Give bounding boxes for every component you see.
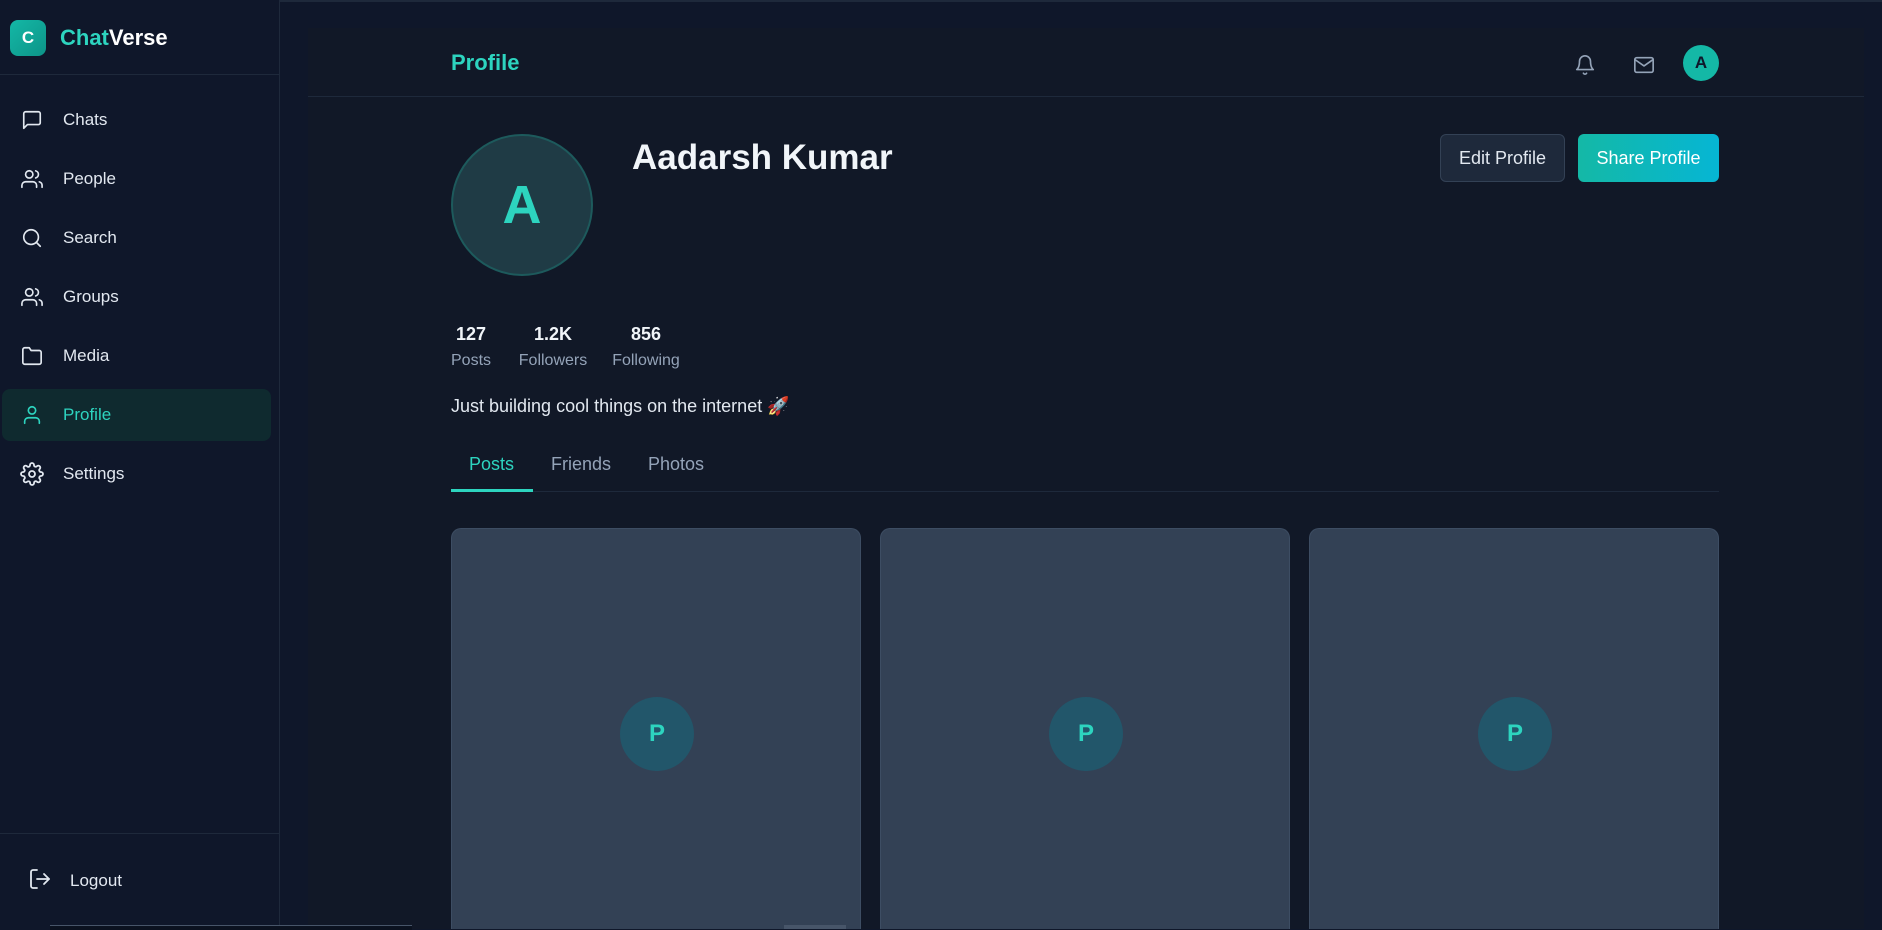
active-tab-indicator — [451, 489, 533, 492]
mail-icon — [1632, 54, 1656, 76]
stat-label: Followers — [518, 352, 588, 369]
horizontal-scrollbar[interactable] — [50, 925, 412, 930]
app-name-part2: Verse — [108, 25, 168, 50]
sidebar-item-label: Settings — [63, 464, 125, 483]
stat-label: Following — [612, 352, 680, 369]
scrollbar-thumb[interactable] — [784, 925, 846, 929]
sidebar-item-label: Profile — [63, 405, 112, 424]
stat-value: 856 — [630, 324, 662, 344]
tab-friends[interactable]: Friends — [551, 454, 611, 475]
app-logo[interactable]: C ChatVerse — [10, 20, 168, 56]
sidebar-item-label: Chats — [63, 110, 108, 129]
post-card[interactable]: P — [880, 528, 1290, 929]
gear-icon — [19, 461, 45, 487]
logout-label: Logout — [70, 871, 122, 890]
sidebar: C ChatVerse Chats People Search Groups M… — [0, 0, 280, 929]
tab-posts[interactable]: Posts — [469, 454, 514, 475]
header-divider — [308, 96, 1864, 97]
sidebar-item-settings[interactable]: Settings — [2, 448, 271, 500]
sidebar-item-media[interactable]: Media — [2, 330, 271, 382]
users-icon — [19, 166, 45, 192]
message-square-icon — [19, 107, 45, 133]
share-profile-button[interactable]: Share Profile — [1578, 134, 1719, 182]
messages-button[interactable] — [1629, 50, 1659, 80]
post-placeholder: P — [1049, 697, 1123, 771]
main-content: Profile A A Aadarsh Kumar Edit Profile S… — [308, 28, 1864, 929]
post-card[interactable]: P — [1309, 528, 1719, 929]
tabs-divider — [451, 491, 1719, 492]
stat-posts[interactable]: 127 Posts — [451, 324, 491, 370]
sidebar-item-label: Search — [63, 228, 117, 247]
sidebar-item-people[interactable]: People — [2, 153, 271, 205]
sidebar-item-chats[interactable]: Chats — [2, 94, 271, 146]
logout-icon — [28, 867, 52, 896]
sidebar-divider — [0, 833, 280, 834]
logout-button[interactable]: Logout — [28, 866, 122, 896]
stat-value: 127 — [455, 324, 487, 344]
profile-avatar: A — [451, 134, 593, 276]
folder-icon — [19, 343, 45, 369]
notifications-button[interactable] — [1570, 50, 1600, 80]
app-name: ChatVerse — [60, 25, 168, 51]
user-icon — [19, 402, 45, 428]
stat-followers[interactable]: 1.2K Followers — [518, 324, 588, 370]
post-placeholder: P — [1478, 697, 1552, 771]
sidebar-item-label: People — [63, 169, 116, 188]
profile-name: Aadarsh Kumar — [632, 138, 893, 177]
sidebar-item-label: Groups — [63, 287, 119, 306]
post-placeholder: P — [620, 697, 694, 771]
bell-icon — [1574, 54, 1596, 76]
edit-profile-button[interactable]: Edit Profile — [1440, 134, 1565, 182]
stat-value: 1.2K — [533, 324, 573, 344]
sidebar-item-profile[interactable]: Profile — [2, 389, 271, 441]
search-icon — [19, 225, 45, 251]
sidebar-item-search[interactable]: Search — [2, 212, 271, 264]
logo-icon: C — [10, 20, 46, 56]
stat-label: Posts — [451, 352, 492, 369]
users-icon — [19, 284, 45, 310]
page-title: Profile — [451, 50, 520, 75]
profile-bio: Just building cool things on the interne… — [451, 396, 790, 416]
sidebar-item-groups[interactable]: Groups — [2, 271, 271, 323]
post-card[interactable]: P — [451, 528, 861, 929]
tab-photos[interactable]: Photos — [648, 454, 704, 475]
user-avatar-button[interactable]: A — [1683, 45, 1719, 81]
app-name-part1: Chat — [60, 25, 109, 50]
window-top-border — [0, 0, 1882, 2]
sidebar-item-label: Media — [63, 346, 110, 365]
stat-following[interactable]: 856 Following — [611, 324, 681, 370]
sidebar-divider — [0, 74, 280, 75]
